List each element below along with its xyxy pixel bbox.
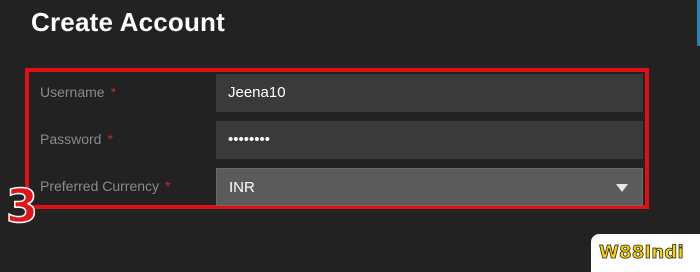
password-label: Password * — [40, 121, 113, 159]
currency-label-text: Preferred Currency — [40, 178, 160, 194]
currency-select[interactable]: INR — [216, 168, 643, 206]
username-row: Username * Jeena10 — [40, 74, 644, 112]
currency-selected-value: INR — [229, 179, 255, 196]
page-title: Create Account — [31, 7, 225, 37]
watermark: W88Indi — [591, 234, 700, 272]
create-account-page: Create Account Username * Jeena10 Passwor… — [0, 0, 700, 272]
step-number: 3 — [5, 179, 39, 233]
password-label-text: Password — [40, 131, 102, 147]
required-mark: * — [165, 178, 171, 194]
username-input[interactable]: Jeena10 — [216, 74, 643, 112]
username-label: Username * — [40, 74, 116, 112]
required-mark: * — [110, 84, 117, 100]
username-value: Jeena10 — [228, 84, 286, 101]
password-input[interactable]: •••••••• — [216, 121, 643, 159]
currency-label: Preferred Currency * — [40, 168, 171, 206]
required-mark: * — [107, 131, 113, 147]
watermark-text: W88Indi — [599, 242, 684, 264]
username-label-text: Username — [40, 84, 105, 100]
password-value: •••••••• — [228, 131, 271, 148]
chevron-down-icon — [616, 184, 628, 192]
password-row: Password * •••••••• — [40, 121, 644, 159]
currency-row: Preferred Currency * INR — [40, 168, 644, 206]
